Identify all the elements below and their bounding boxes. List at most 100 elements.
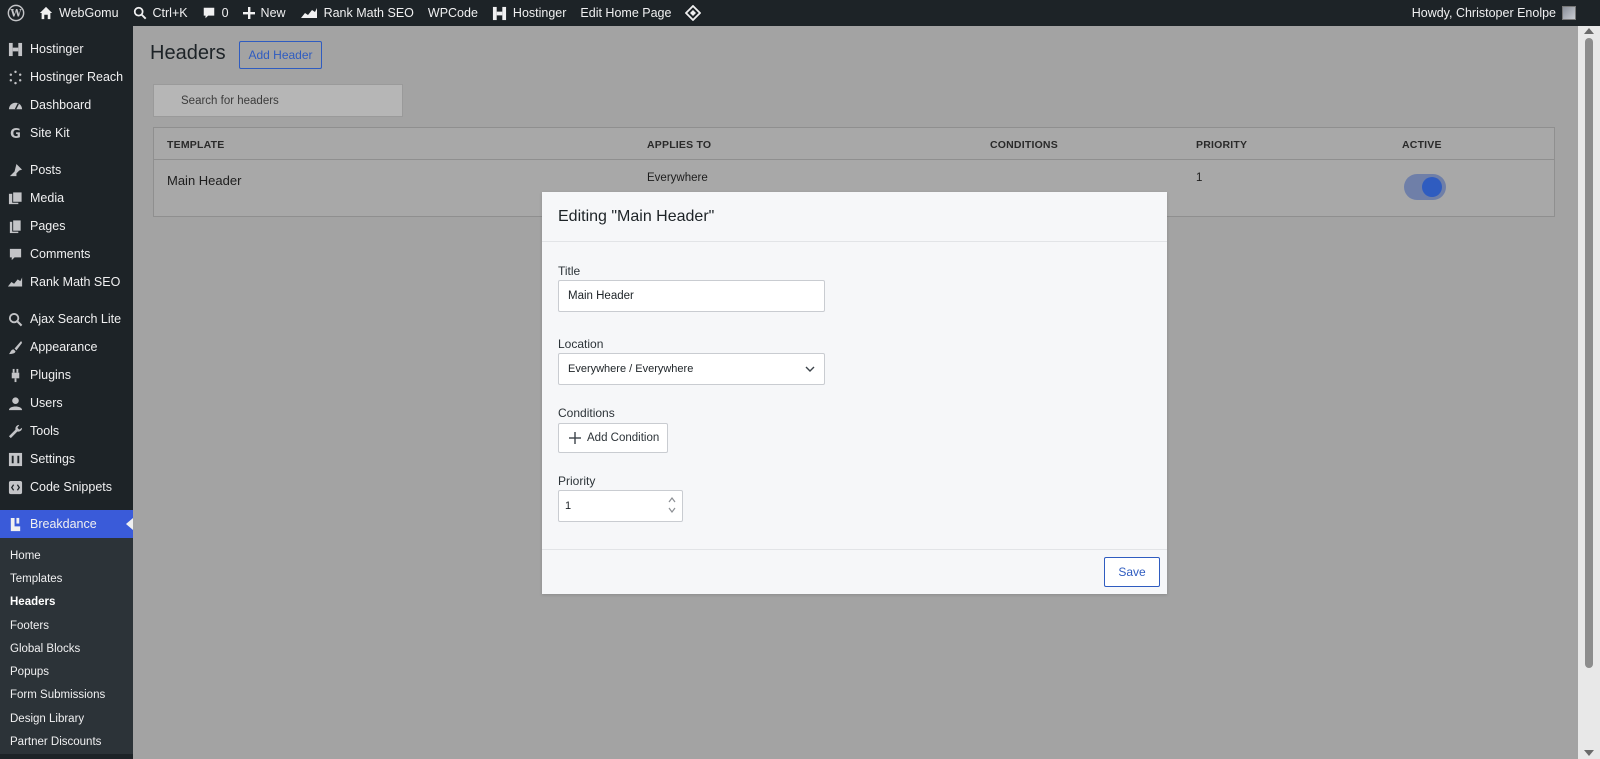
comment-icon [203,7,214,19]
row-template[interactable]: Main Header [167,173,241,188]
admin-bar: W WebGomu Ctrl+K 0 New Rank Math SEO WPC… [0,0,1600,26]
comment-icon [6,245,24,263]
command-search[interactable]: Ctrl+K [126,0,195,26]
svg-text:G: G [10,127,21,141]
sidebar-item-label: Hostinger [30,42,84,56]
comments-count: 0 [221,6,229,20]
submenu-item-global-blocks[interactable]: Global Blocks [0,637,133,660]
chevron-up-icon[interactable] [668,497,676,503]
location-select[interactable]: Everywhere / Everywhere [558,353,825,385]
new-content-link[interactable]: New [236,0,293,26]
sidebar-item-appearance[interactable]: Appearance [0,333,133,361]
media-icon [6,189,24,207]
hostinger-icon [492,6,506,20]
edit-header-modal: Editing "Main Header" Title Main Header … [542,192,1167,594]
sidebar-item-label: Media [30,191,65,205]
sidebar-item-plugins[interactable]: Plugins [0,361,133,389]
sidebar-item-label: Dashboard [30,98,92,112]
hostinger-link[interactable]: Hostinger [485,0,574,26]
scroll-thumb[interactable] [1585,38,1593,668]
modal-title: Editing "Main Header" [542,192,1167,242]
rankmath-link[interactable]: Rank Math SEO [293,0,421,26]
sidebar-item-dashboard[interactable]: Dashboard [0,91,133,119]
sidebar-item-pages[interactable]: Pages [0,212,133,240]
column-conditions[interactable]: CONDITIONS [990,139,1058,151]
wpcode-link[interactable]: WPCode [421,0,485,26]
submenu-item-design-library[interactable]: Design Library [0,707,133,730]
active-toggle[interactable] [1404,174,1446,200]
sidebar-item-tools[interactable]: Tools [0,417,133,445]
sidebar-item-settings[interactable]: Settings [0,445,133,473]
add-condition-button[interactable]: Add Condition [558,423,668,453]
submenu-item-form-submissions[interactable]: Form Submissions [0,684,133,707]
sidebar-item-label: Tools [30,424,60,438]
scroll-up-arrow[interactable] [1584,28,1594,34]
column-template[interactable]: TEMPLATE [167,139,224,151]
submenu-item-home[interactable]: Home [0,544,133,567]
search-shortcut: Ctrl+K [152,6,188,20]
sidebar-item-site-kit[interactable]: G Site Kit [0,119,133,147]
sidebar-item-code-snippets[interactable]: Code Snippets [0,473,133,501]
sidebar-item-label: Comments [30,247,91,261]
submenu-item-templates[interactable]: Templates [0,567,133,590]
priority-input[interactable]: 1 [558,490,683,522]
search-icon [133,6,146,20]
breakdance-link[interactable] [678,0,708,26]
location-label: Location [558,337,604,351]
wordpress-icon: W [7,4,25,22]
plus-icon [242,7,255,19]
page-title: Headers [150,42,226,64]
new-label: New [260,6,286,20]
sidebar-item-posts[interactable]: Posts [0,156,133,184]
wordpress-logo[interactable]: W [0,0,32,26]
sidebar-item-ajax-search-lite[interactable]: Ajax Search Lite [0,305,133,333]
location-value: Everywhere / Everywhere [568,363,694,375]
account-menu[interactable]: Howdy, Christoper Enolpe [1412,0,1576,26]
site-name-link[interactable]: WebGomu [32,0,126,26]
comments-link[interactable]: 0 [195,0,236,26]
sidebar-item-label: Pages [30,219,66,233]
sidebar-item-label: Users [30,396,63,410]
search-icon [6,310,24,328]
submenu-item-partner-discounts[interactable]: Partner Discounts [0,730,133,753]
sidebar-item-comments[interactable]: Comments [0,240,133,268]
brush-icon [6,338,24,356]
sidebar-item-label: Code Snippets [30,480,113,494]
pages-icon [6,217,24,235]
code-icon [6,478,24,496]
column-applies-to[interactable]: APPLIES TO [647,139,711,151]
sidebar-item-media[interactable]: Media [0,184,133,212]
priority-stepper[interactable] [668,497,676,513]
page-scrollbar[interactable] [1578,26,1600,759]
toggle-knob [1422,177,1442,197]
wrench-icon [6,422,24,440]
sidebar-item-hostinger-reach[interactable]: Hostinger Reach [0,63,133,91]
search-input[interactable]: Search for headers [153,84,403,117]
submenu-item-popups[interactable]: Popups [0,660,133,683]
column-active[interactable]: ACTIVE [1402,139,1442,151]
edit-page-link[interactable]: Edit Home Page [573,0,678,26]
row-priority: 1 [1196,172,1203,184]
sidebar-item-rank-math-seo[interactable]: Rank Math SEO [0,268,133,296]
submenu-item-footers[interactable]: Footers [0,614,133,637]
table-header: TEMPLATE APPLIES TO CONDITIONS PRIORITY … [154,128,1554,160]
scroll-down-arrow[interactable] [1584,750,1594,756]
title-input[interactable]: Main Header [558,280,825,312]
chevron-down-icon[interactable] [668,507,676,513]
submenu-item-headers[interactable]: Headers [0,591,133,614]
column-priority[interactable]: PRIORITY [1196,139,1247,151]
sidebar-item-label: Hostinger Reach [30,70,124,84]
rankmath-icon [6,273,24,291]
sidebar-item-label: Plugins [30,368,71,382]
chevron-down-icon [805,366,815,372]
admin-sidebar: Hostinger Hostinger Reach Dashboard G Site K… [0,26,133,759]
sidebar-item-label: Appearance [30,340,98,354]
title-label: Title [558,264,581,278]
add-header-button[interactable]: Add Header [239,41,322,69]
sidebar-item-users[interactable]: Users [0,389,133,417]
google-icon: G [6,124,24,142]
edit-page-label: Edit Home Page [580,6,672,20]
save-button[interactable]: Save [1104,557,1160,587]
sidebar-item-hostinger[interactable]: Hostinger [0,35,133,63]
sidebar-item-breakdance[interactable]: Breakdance [0,510,133,538]
